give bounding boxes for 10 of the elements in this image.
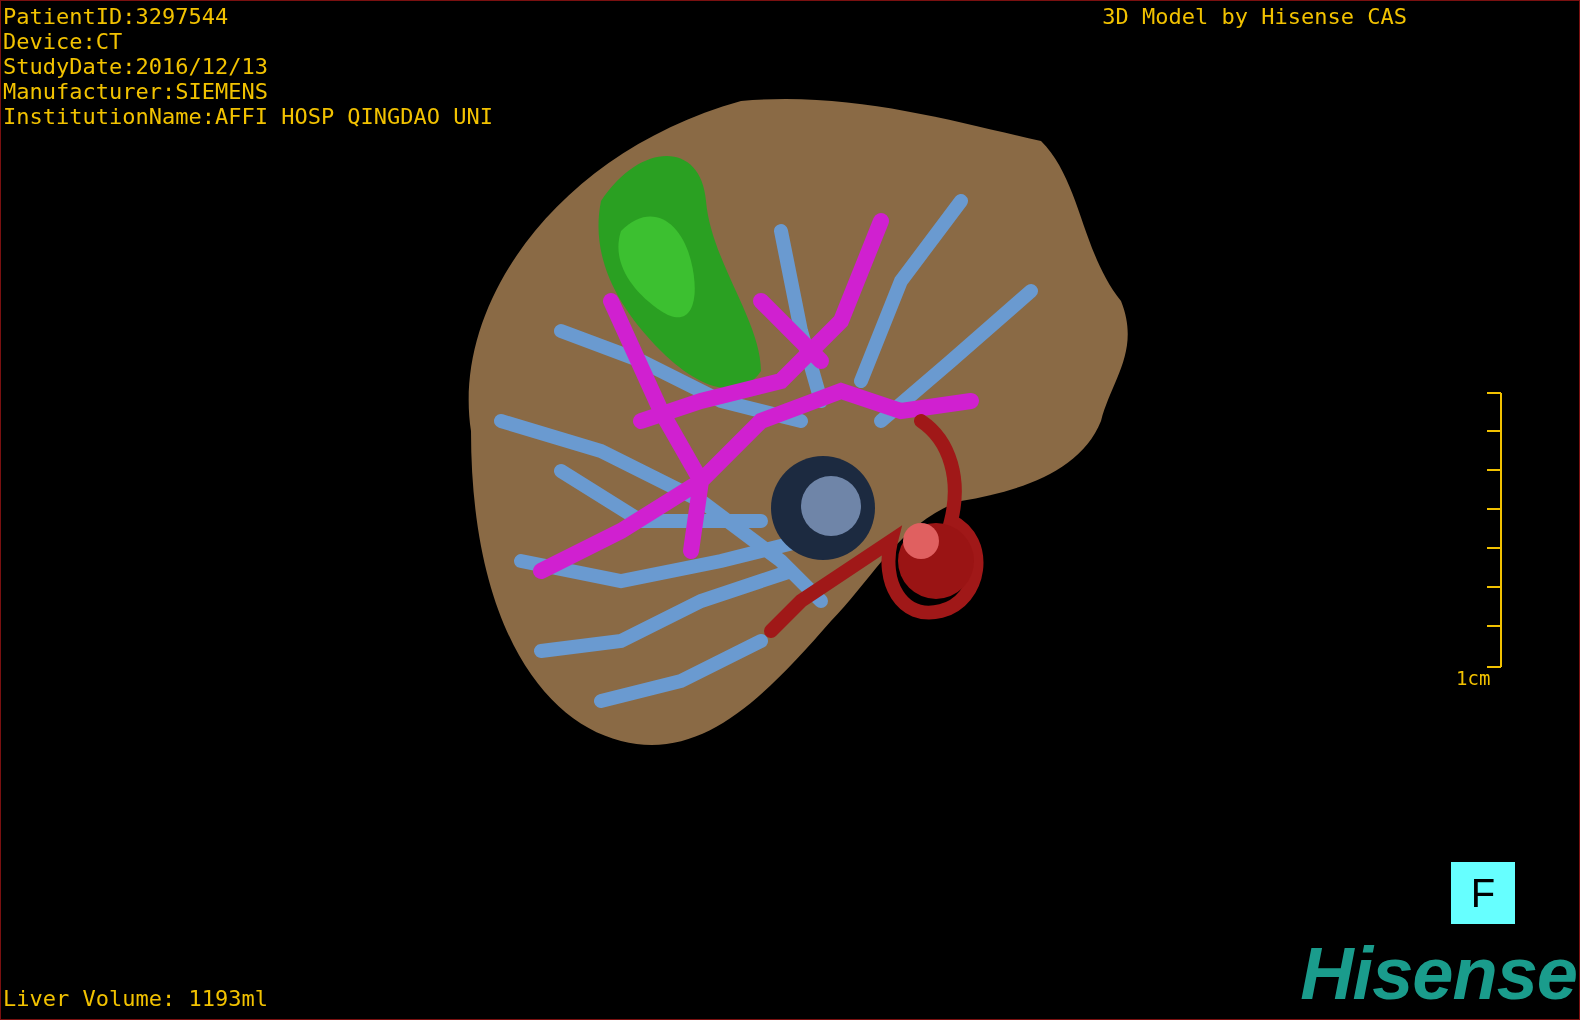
info-line: Device:CT bbox=[3, 29, 123, 54]
info-line: InstitutionName:AFFI HOSP QINGDAO UNI bbox=[3, 104, 494, 129]
info-line: Manufacturer:SIEMENS bbox=[3, 79, 268, 104]
logo-text: Hisense bbox=[1300, 937, 1577, 1011]
info-line: PatientID:3297544 bbox=[3, 4, 229, 29]
scale-label: 1cm bbox=[1456, 666, 1491, 691]
liver-volume-text: Liver Volume: 1193ml bbox=[3, 986, 268, 1011]
orientation-marker: F bbox=[1451, 862, 1515, 924]
credit-text: 3D Model by Hisense CAS bbox=[1102, 4, 1407, 29]
info-line: StudyDate:2016/12/13 bbox=[3, 54, 268, 79]
